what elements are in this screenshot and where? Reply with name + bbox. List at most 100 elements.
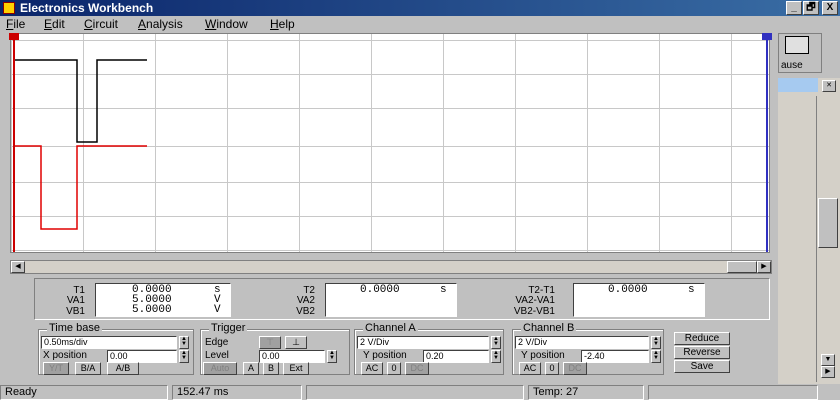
channel-a-ypos-field[interactable]: 0.20 <box>423 350 489 363</box>
reduce-button[interactable]: Reduce <box>674 332 730 345</box>
channel-a-ypos-spinner-icon[interactable]: ▲ ▼ <box>491 350 501 363</box>
menu-label: ircuit <box>92 17 119 31</box>
channel-b-ypos-label: Y position <box>521 350 565 361</box>
vb1-unit: V <box>214 304 221 316</box>
vertical-scroll-thumb[interactable] <box>818 198 838 248</box>
dvb-label: VB2-VB1 <box>513 306 555 317</box>
trigger-label: Trigger <box>209 322 248 334</box>
save-button[interactable]: Save <box>674 360 730 373</box>
scroll-right-icon[interactable]: ▶ <box>757 261 771 273</box>
scroll-left-icon[interactable]: ◀ <box>11 261 25 273</box>
channel-b-group: Channel B 2 V/Div ▲ ▼ Y position -2.40 ▲ ▼… <box>512 322 664 375</box>
menu-accel: C <box>84 17 93 31</box>
channel-a-ypos-label: Y position <box>363 350 407 361</box>
channel-b-ypos-field[interactable]: -2.40 <box>581 350 649 363</box>
t2-value: 0.0000 <box>360 284 400 296</box>
app-icon <box>3 2 15 14</box>
side-panel: ✕ ▼ ▶ <box>778 78 840 384</box>
side-close-icon[interactable]: ✕ <box>822 80 836 92</box>
rising-edge-icon[interactable]: ⊤ <box>259 336 281 349</box>
trigger-ext-button[interactable]: Ext <box>283 362 309 375</box>
vb1-value: 5.0000 <box>132 304 172 316</box>
trigger-a-button[interactable]: A <box>243 362 259 375</box>
status-extra <box>648 385 818 400</box>
timebase-spinner-icon[interactable]: ▲ ▼ <box>179 336 189 349</box>
channel-a-group: Channel A 2 V/Div ▲ ▼ Y position 0.20 ▲ ▼ … <box>354 322 504 375</box>
cursor-2-marker[interactable] <box>762 33 772 40</box>
scroll-thumb[interactable] <box>727 261 757 273</box>
t1-readout: 0.0000 s 5.0000 V 5.0000 V <box>95 283 231 317</box>
menu-label: elp <box>278 17 295 31</box>
menu-accel: H <box>270 17 279 31</box>
channel-a-scale-field[interactable]: 2 V/Div <box>357 336 489 349</box>
t2-readout: 0.0000 s <box>325 283 457 317</box>
t2-unit: s <box>440 284 447 296</box>
falling-edge-icon[interactable]: ⊥ <box>285 336 307 349</box>
vb2-label: VB2 <box>296 306 315 317</box>
channel-a-ac-button[interactable]: AC <box>361 362 383 375</box>
restore-button[interactable]: 🗗 <box>803 1 819 15</box>
trigger-group: Trigger Edge ⊤ ⊥ Level 0.00 ▲ ▼ Auto A B … <box>200 322 350 375</box>
horizontal-scrollbar[interactable]: ◀ ▶ <box>10 260 772 274</box>
window-title: Electronics Workbench <box>20 1 154 15</box>
level-spinner-icon[interactable]: ▲ ▼ <box>327 350 337 363</box>
channel-b-trace <box>15 145 147 230</box>
readout-panel: T1 VA1 VB1 0.0000 s 5.0000 V 5.0000 V T2… <box>34 278 770 320</box>
ab-mode-button[interactable]: A/B <box>107 362 139 375</box>
pause-label: ause <box>781 60 803 71</box>
status-ready: Ready <box>0 385 168 400</box>
channel-a-scale-spinner-icon[interactable]: ▲ ▼ <box>491 336 501 349</box>
reverse-button[interactable]: Reverse <box>674 346 730 359</box>
channel-b-zero-button[interactable]: 0 <box>545 362 559 375</box>
channel-b-scale-field[interactable]: 2 V/Div <box>515 336 649 349</box>
menu-accel: W <box>205 17 217 31</box>
timebase-label: Time base <box>47 322 102 334</box>
level-label: Level <box>205 350 229 361</box>
dt-readout: 0.0000 s <box>573 283 705 317</box>
trigger-b-button[interactable]: B <box>263 362 279 375</box>
ba-mode-button[interactable]: B/A <box>75 362 101 375</box>
yt-mode-button[interactable]: Y/T <box>43 362 69 375</box>
title-bar: Electronics Workbench _ 🗗 X <box>0 0 840 16</box>
trigger-auto-button[interactable]: Auto <box>203 362 237 375</box>
vb1-label: VB1 <box>66 306 85 317</box>
channel-a-label: Channel A <box>363 322 418 334</box>
menu-help[interactable]: Help <box>270 17 295 31</box>
channel-a-trace <box>15 59 147 143</box>
channel-a-dc-button[interactable]: DC <box>405 362 429 375</box>
scroll-down-icon[interactable]: ▼ <box>821 354 835 366</box>
pause-button[interactable]: ause <box>778 33 822 73</box>
waveform-traces <box>15 59 147 230</box>
oscilloscope-screen[interactable] <box>9 33 772 253</box>
menu-edit[interactable]: Edit <box>44 17 65 31</box>
dt-unit: s <box>688 284 695 296</box>
timebase-field[interactable]: 0.50ms/div <box>41 336 177 349</box>
divider <box>816 96 817 382</box>
menu-file[interactable]: File <box>6 17 25 31</box>
side-panel-header <box>778 78 818 92</box>
menu-label: nalysis <box>146 17 183 31</box>
dt-value: 0.0000 <box>608 284 648 296</box>
menu-bar: File Edit Circuit Analysis Window Help <box>0 16 840 34</box>
cursor-1[interactable] <box>13 34 15 252</box>
channel-b-scale-spinner-icon[interactable]: ▲ ▼ <box>651 336 661 349</box>
channel-b-ypos-spinner-icon[interactable]: ▲ ▼ <box>651 350 661 363</box>
channel-b-ac-button[interactable]: AC <box>519 362 541 375</box>
va1-label: VA1 <box>66 295 85 306</box>
xpos-label: X position <box>43 350 87 361</box>
menu-circuit[interactable]: Circuit <box>84 17 118 31</box>
cursor-2[interactable] <box>766 34 768 252</box>
va2-label: VA2 <box>296 295 315 306</box>
pause-icon <box>785 36 809 54</box>
channel-a-zero-button[interactable]: 0 <box>387 362 401 375</box>
xpos-spinner-icon[interactable]: ▲ ▼ <box>179 350 189 363</box>
scroll-right-icon[interactable]: ▶ <box>821 366 835 378</box>
status-bar: Ready 152.47 ms Temp: 27 <box>0 384 840 400</box>
cursor-1-marker[interactable] <box>9 33 19 40</box>
menu-label: dit <box>52 17 65 31</box>
menu-analysis[interactable]: Analysis <box>138 17 183 31</box>
minimize-button[interactable]: _ <box>786 1 802 15</box>
close-button[interactable]: X <box>822 1 838 15</box>
channel-b-dc-button[interactable]: DC <box>563 362 587 375</box>
menu-window[interactable]: Window <box>205 17 248 31</box>
